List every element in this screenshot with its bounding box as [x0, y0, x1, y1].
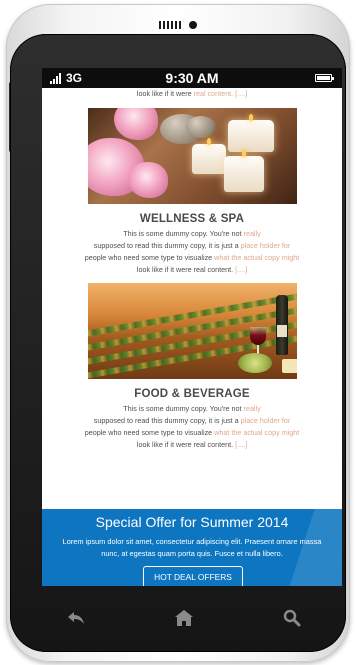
battery-icon	[315, 74, 334, 82]
food-beverage-title: FOOD & BEVERAGE	[134, 388, 250, 400]
hot-deal-offers-button[interactable]: HOT DEAL OFFERS	[143, 566, 243, 586]
food-text-line-4: look like if it were real content.	[136, 440, 236, 449]
food-text-line-2: supposed to read this dummy copy, it is …	[93, 416, 241, 425]
food-text-line-3-accent: what the actual copy might	[214, 428, 300, 437]
wellness-text-line-2: supposed to read this dummy copy, it is …	[93, 241, 241, 250]
wellness-description: This is some dummy copy. You're not real…	[42, 228, 342, 276]
promo-text-line-1: Lorem ipsum dolor sit amet, consectetur …	[62, 537, 322, 546]
intro-fragment: look like if it were real content. [....…	[42, 88, 342, 100]
hardware-navigation	[64, 606, 304, 630]
food-beverage-description: This is some dummy copy. You're not real…	[42, 403, 342, 451]
food-text-line-3: people who need some type to visualize	[84, 428, 215, 437]
wellness-text-line-1-accent: really	[243, 229, 261, 238]
food-text-line-1: This is some dummy copy. You're not	[123, 404, 244, 413]
intro-text: look like if it were	[136, 89, 194, 98]
wellness-text-line-4: look like if it were real content.	[136, 265, 236, 274]
search-button[interactable]	[280, 606, 304, 630]
front-camera-icon	[189, 21, 197, 29]
promo-text: Lorem ipsum dolor sit amet, consectetur …	[42, 536, 342, 560]
phone-frame: 3G 9:30 AM look like if it were real con…	[6, 4, 350, 662]
speaker-bar	[6, 18, 350, 32]
home-button[interactable]	[172, 606, 196, 630]
food-text-line-1-accent: really	[243, 404, 261, 413]
phone-screen: 3G 9:30 AM look like if it were real con…	[42, 68, 342, 586]
wellness-text-line-4-accent: [....]	[235, 265, 248, 274]
speaker-grille-icon	[159, 21, 181, 29]
food-beverage-image[interactable]	[87, 283, 297, 379]
back-icon	[68, 612, 84, 624]
promo-title: Special Offer for Summer 2014	[95, 514, 289, 530]
food-beverage-card: FOOD & BEVERAGE This is some dummy copy.…	[42, 283, 342, 451]
wellness-text-line-3: people who need some type to visualize	[84, 253, 215, 262]
wellness-card: WELLNESS & SPA This is some dummy copy. …	[42, 108, 342, 276]
wellness-image[interactable]	[87, 108, 297, 204]
home-icon	[175, 610, 193, 626]
back-button[interactable]	[64, 606, 88, 630]
wellness-text-line-1: This is some dummy copy. You're not	[123, 229, 244, 238]
food-text-line-2-accent: place holder for	[240, 416, 291, 425]
wellness-text-line-3-accent: what the actual copy might	[214, 253, 300, 262]
food-text-line-4-accent: [....]	[235, 440, 248, 449]
intro-text-accent: real content. [....]	[193, 89, 248, 98]
summer-offer-banner: Special Offer for Summer 2014 Lorem ipsu…	[42, 509, 342, 586]
status-bar: 3G 9:30 AM	[42, 68, 342, 88]
promo-text-line-2: nunc, at egestas quam porta quis. Fusce …	[101, 549, 283, 558]
wellness-title: WELLNESS & SPA	[139, 213, 245, 225]
wellness-text-line-2-accent: place holder for	[240, 241, 291, 250]
page-content[interactable]: look like if it were real content. [....…	[42, 88, 342, 586]
search-icon	[283, 609, 301, 627]
status-clock: 9:30 AM	[165, 70, 219, 86]
